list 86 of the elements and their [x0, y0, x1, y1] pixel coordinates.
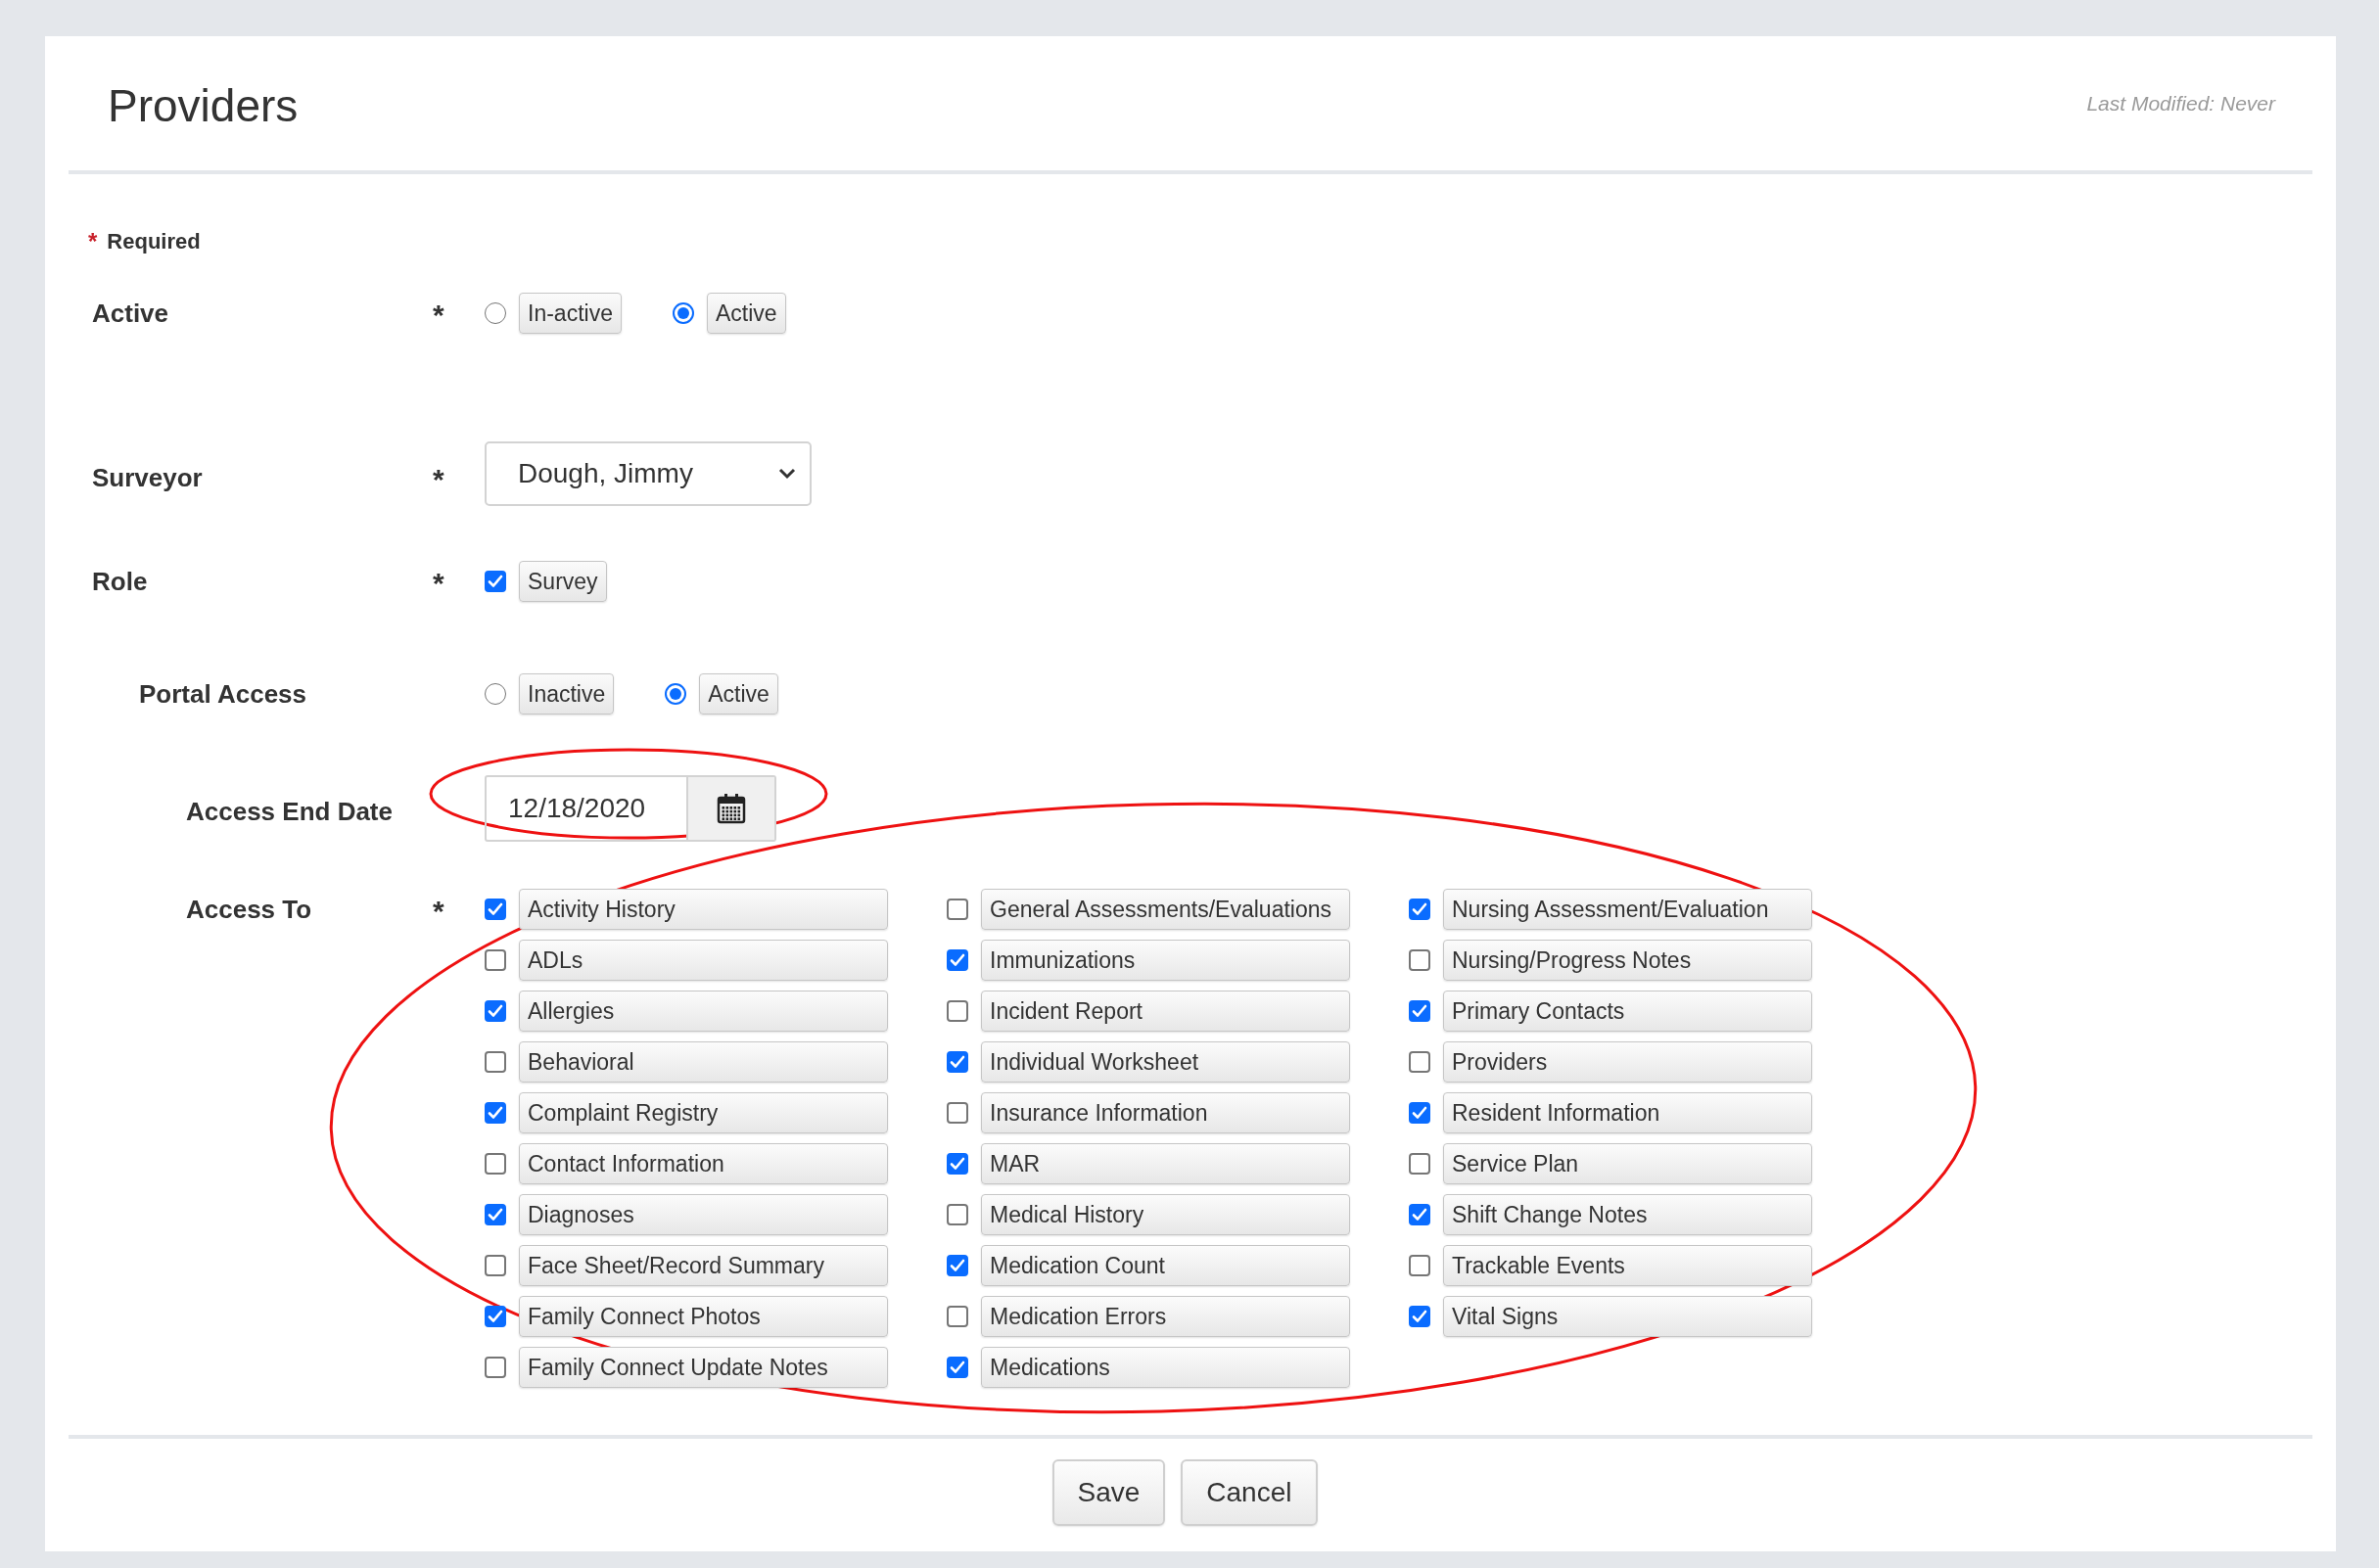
option-label[interactable]: Primary Contacts [1443, 991, 1812, 1032]
option-label[interactable]: Nursing/Progress Notes [1443, 940, 1812, 981]
checkbox[interactable] [947, 1051, 968, 1073]
option-label[interactable]: Nursing Assessment/Evaluation [1443, 889, 1812, 930]
option-label[interactable]: Contact Information [519, 1143, 888, 1184]
field-label: Active [92, 298, 170, 329]
checkbox[interactable] [947, 1153, 968, 1175]
option-label[interactable]: Incident Report [981, 991, 1350, 1032]
checkbox[interactable] [1409, 1102, 1430, 1124]
radio-button[interactable] [485, 683, 506, 705]
checkbox[interactable] [947, 1357, 968, 1378]
checkbox[interactable] [947, 1306, 968, 1327]
option-label[interactable]: Medications [981, 1347, 1350, 1388]
option-label[interactable]: Face Sheet/Record Summary [519, 1245, 888, 1286]
option-label[interactable]: Service Plan [1443, 1143, 1812, 1184]
option-label[interactable]: Medication Count [981, 1245, 1350, 1286]
option-label[interactable]: Diagnoses [519, 1194, 888, 1235]
field-label: Role [92, 566, 149, 597]
option-label[interactable]: General Assessments/Evaluations [981, 889, 1350, 930]
option-label[interactable]: Resident Information [1443, 1092, 1812, 1133]
checkbox[interactable] [485, 1102, 506, 1124]
option-label[interactable]: Active [699, 673, 778, 715]
chevron-down-icon [778, 468, 796, 480]
required-asterisk-text: * [88, 228, 98, 255]
option-label[interactable]: Behavioral [519, 1041, 888, 1083]
checkbox[interactable] [1409, 1255, 1430, 1276]
form-button[interactable]: Cancel [1181, 1459, 1318, 1526]
checkbox[interactable] [947, 1102, 968, 1124]
surveyor-select[interactable]: Dough, Jimmy [485, 441, 812, 506]
option-label[interactable]: Shift Change Notes [1443, 1194, 1812, 1235]
checkbox[interactable] [485, 1306, 506, 1327]
form-button[interactable]: Save [1051, 1459, 1166, 1526]
required-asterisk-text: * [433, 895, 444, 927]
option-label[interactable]: Survey [519, 561, 607, 602]
field-label: Access To [185, 894, 313, 925]
last-modified-text: Last Modified: Never [2086, 91, 2275, 115]
checkbox[interactable] [485, 899, 506, 920]
option-label[interactable]: In-active [519, 293, 622, 334]
checkbox[interactable] [947, 949, 968, 971]
checkbox[interactable] [947, 1204, 968, 1225]
radio-button[interactable] [665, 683, 687, 705]
checkbox[interactable] [1409, 1204, 1430, 1225]
option-label[interactable]: Active [706, 293, 786, 334]
radio-button[interactable] [672, 302, 694, 324]
checkbox[interactable] [485, 1204, 506, 1225]
checkbox[interactable] [485, 1153, 506, 1175]
option-label[interactable]: Allergies [519, 991, 888, 1032]
required-asterisk-text: * [433, 463, 444, 495]
checkbox[interactable] [485, 571, 506, 592]
checkbox[interactable] [947, 1255, 968, 1276]
checkbox[interactable] [485, 949, 506, 971]
option-label[interactable]: Family Connect Update Notes [519, 1347, 888, 1388]
option-label[interactable]: Activity History [519, 889, 888, 930]
checkbox[interactable] [1409, 1306, 1430, 1327]
checkbox[interactable] [947, 899, 968, 920]
option-label[interactable]: Immunizations [981, 940, 1350, 981]
option-label[interactable]: Inactive [519, 673, 615, 715]
checkbox[interactable] [485, 1255, 506, 1276]
checkbox[interactable] [1409, 1000, 1430, 1022]
required-label: Required [107, 229, 201, 254]
required-asterisk-text: * [433, 567, 444, 599]
option-label[interactable]: Medical History [981, 1194, 1350, 1235]
option-label[interactable]: Individual Worksheet [981, 1041, 1350, 1083]
option-label[interactable]: Medication Errors [981, 1296, 1350, 1337]
checkbox[interactable] [1409, 899, 1430, 920]
checkbox[interactable] [485, 1357, 506, 1378]
option-label[interactable]: Providers [1443, 1041, 1812, 1083]
checkbox[interactable] [485, 1000, 506, 1022]
option-label[interactable]: MAR [981, 1143, 1350, 1184]
option-label[interactable]: ADLs [519, 940, 888, 981]
checkbox[interactable] [1409, 949, 1430, 971]
option-label[interactable]: Complaint Registry [519, 1092, 888, 1133]
field-label: Access End Date [185, 796, 394, 827]
checkbox[interactable] [1409, 1051, 1430, 1073]
checkbox[interactable] [1409, 1153, 1430, 1175]
option-label[interactable]: Family Connect Photos [519, 1296, 888, 1337]
radio-button[interactable] [485, 302, 506, 324]
option-label[interactable]: Vital Signs [1443, 1296, 1812, 1337]
checkbox[interactable] [485, 1051, 506, 1073]
field-label: Portal Access [138, 678, 308, 710]
option-label[interactable]: Insurance Information [981, 1092, 1350, 1133]
required-asterisk-text: * [433, 299, 444, 331]
field-label: Surveyor [92, 462, 204, 493]
checkbox[interactable] [947, 1000, 968, 1022]
option-label[interactable]: Trackable Events [1443, 1245, 1812, 1286]
page-title: Providers [108, 78, 299, 132]
